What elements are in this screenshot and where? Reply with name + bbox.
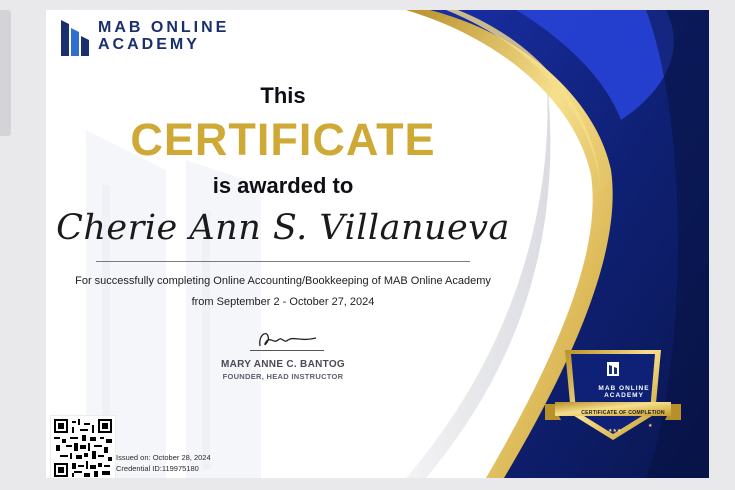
signatory-role: FOUNDER, HEAD INSTRUCTOR — [222, 372, 344, 381]
certificate: MAB ONLINE ACADEMY This CERTIFICATE is a… — [46, 10, 709, 478]
badge-ribbon-label: CERTIFICATE OF COMPLETION — [581, 410, 665, 416]
issued-date: Issued on: October 28, 2024 — [116, 453, 211, 462]
recipient-name: Cherie Ann S. Villanueva — [56, 208, 510, 248]
title-this: This — [260, 83, 306, 108]
course-description: For successfully completing Online Accou… — [75, 275, 491, 287]
signature-line — [250, 350, 324, 351]
signature-icon — [259, 332, 317, 347]
certificate-title: CERTIFICATE — [130, 114, 436, 165]
credential-id: Credential ID:119975180 — [116, 464, 199, 473]
svg-text:★★★: ★★★ — [608, 428, 622, 434]
mab-building-logo-icon — [58, 14, 92, 58]
left-edge-tab — [0, 10, 11, 136]
logo-line-2: ACADEMY — [98, 36, 200, 53]
awarded-text: is awarded to — [212, 173, 354, 198]
name-underline — [96, 261, 470, 262]
issue-info: Issued on: October 28, 2024 Credential I… — [116, 452, 211, 474]
badge-academy-name: MAB ONLINE ACADEMY — [598, 385, 650, 399]
course-dates: from September 2 - October 27, 2024 — [191, 296, 375, 308]
signatory-name: MARY ANNE C. BANTOG — [220, 359, 346, 370]
svg-text:★: ★ — [648, 423, 653, 429]
logo-line-1: MAB ONLINE — [98, 19, 230, 36]
qr-code-icon — [51, 416, 115, 478]
academy-logo: MAB ONLINE ACADEMY — [58, 14, 229, 58]
